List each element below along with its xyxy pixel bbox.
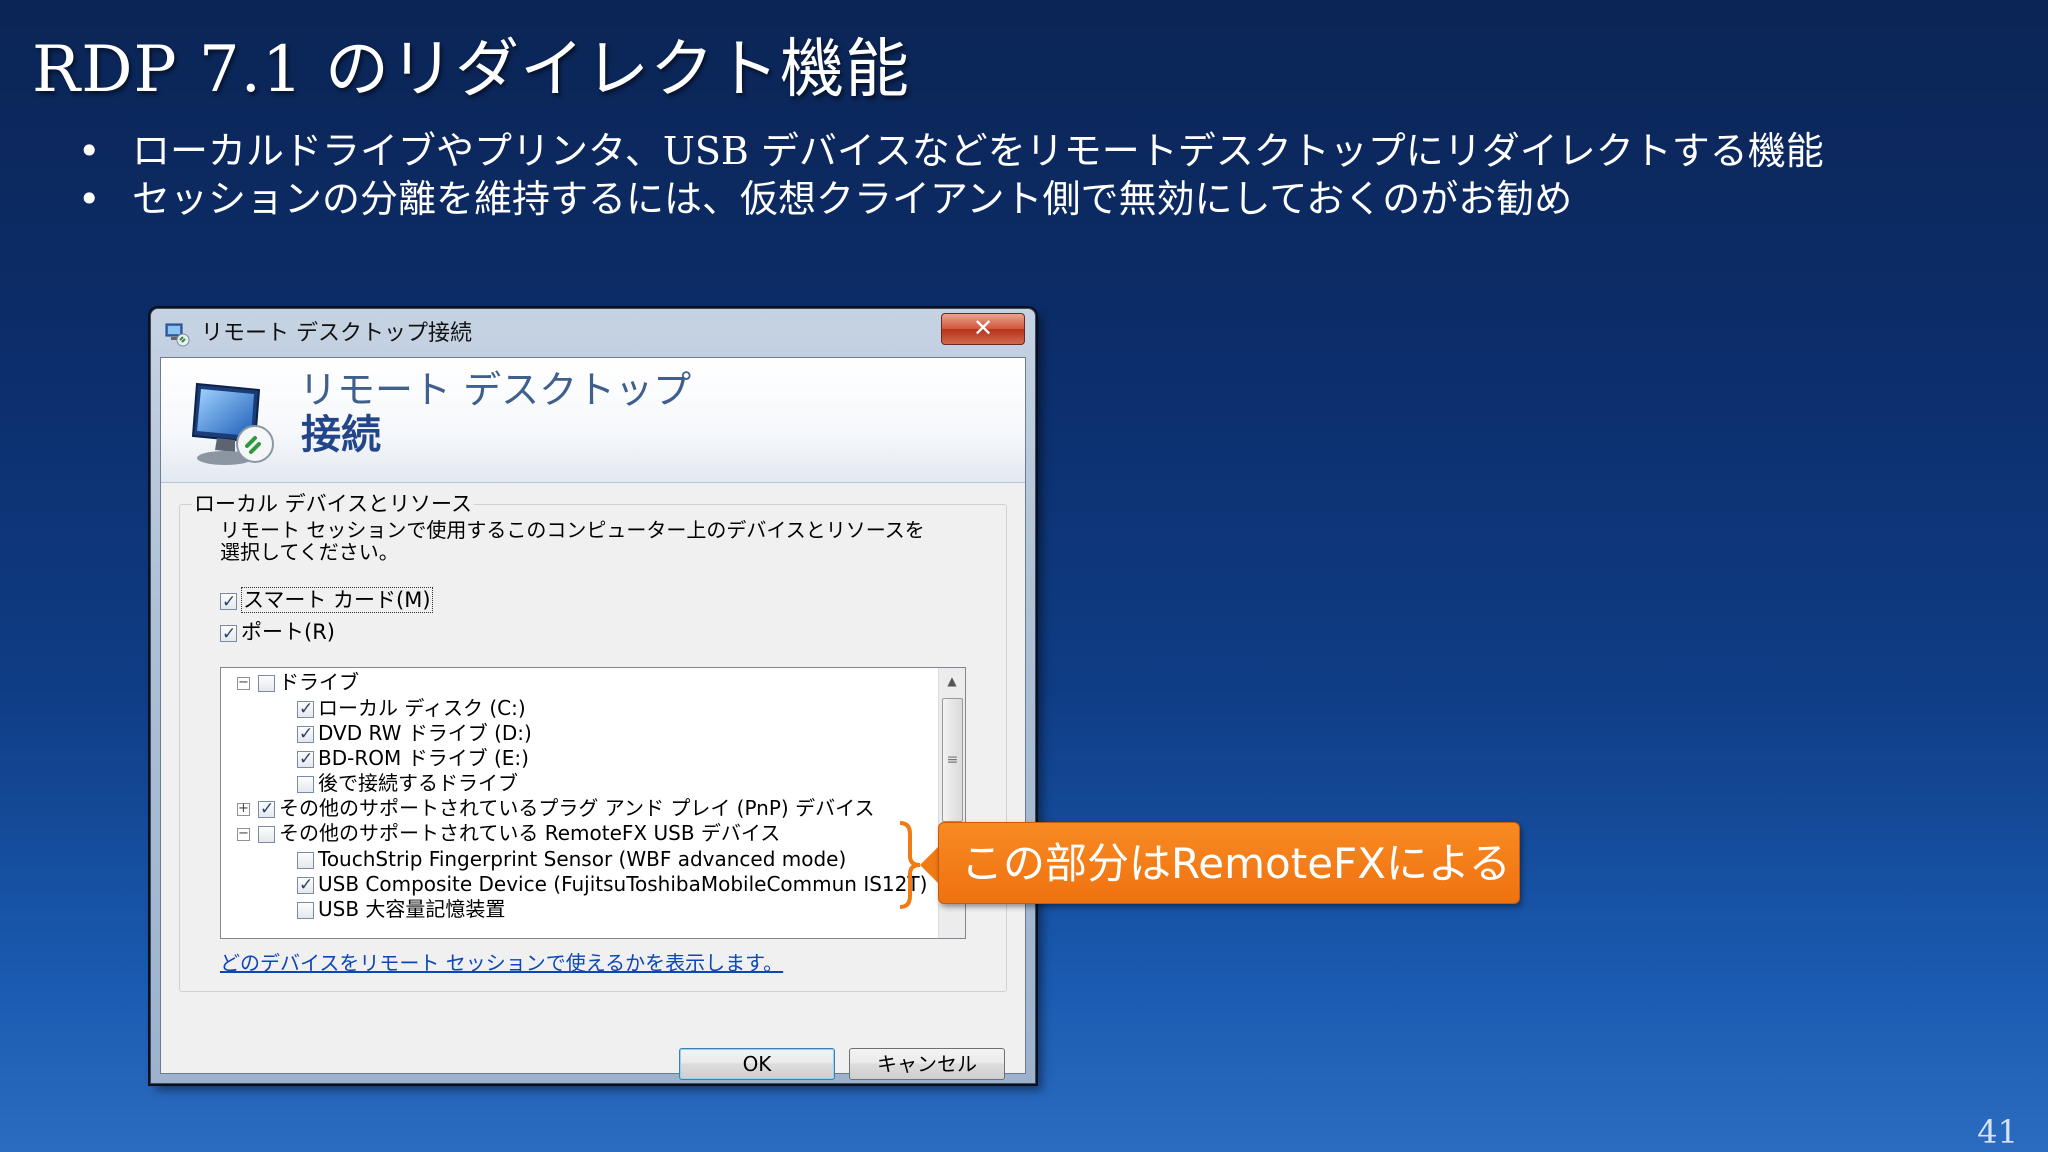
page-number: 41 <box>1977 1113 2018 1151</box>
dialog-banner: リモート デスクトップ 接続 <box>161 358 1025 483</box>
remote-desktop-app-icon <box>165 323 190 347</box>
bullet-list: • ローカルドライブやプリンタ、USB デバイスなどをリモートデスクトップにリダ… <box>78 128 1898 224</box>
smart-card-checkbox[interactable] <box>220 589 237 615</box>
tree-checkbox[interactable] <box>297 902 314 919</box>
tree-item-label: ローカル ディスク (C:) <box>318 696 526 720</box>
tree-checkbox[interactable] <box>258 826 275 843</box>
tree-item-usb-composite[interactable]: USB Composite Device (FujitsuToshibaMobi… <box>297 872 928 897</box>
smart-card-checkbox-row[interactable]: スマート カード(M) <box>220 587 433 615</box>
scrollbar-thumb[interactable]: ≡ <box>942 698 963 822</box>
tree-checkbox[interactable] <box>297 722 314 746</box>
ports-label: ポート(R) <box>241 620 335 644</box>
tree-item-remotefx-usb[interactable]: − その他のサポートされている RemoteFX USB デバイス <box>237 821 780 845</box>
dialog-title: リモート デスクトップ接続 <box>201 321 472 346</box>
tree-item-label: その他のサポートされているプラグ アンド プレイ (PnP) デバイス <box>279 796 875 820</box>
tree-item-local-disk-c[interactable]: ローカル ディスク (C:) <box>297 696 526 721</box>
ports-checkbox-row[interactable]: ポート(R) <box>220 619 335 647</box>
bullet-dot-icon: • <box>78 129 101 173</box>
group-label: ローカル デバイスとリソース <box>192 491 474 517</box>
scroll-up-arrow-icon[interactable]: ▲ <box>939 668 965 694</box>
tree-checkbox[interactable] <box>297 697 314 721</box>
device-tree[interactable]: − ドライブ ローカル ディスク (C:) DVD RW ドライブ (D:) BD… <box>220 667 966 939</box>
smart-card-label: スマート カード(M) <box>241 587 433 613</box>
tree-item-drives[interactable]: − ドライブ <box>237 670 359 694</box>
bullet-text: ローカルドライブやプリンタ、USB デバイスなどをリモートデスクトップにリダイレ… <box>132 129 1824 173</box>
slide-title: RDP 7.1 のリダイレクト機能 <box>32 33 911 107</box>
tree-item-label: TouchStrip Fingerprint Sensor (WBF advan… <box>318 847 847 871</box>
tree-item-label: USB Composite Device (FujitsuToshibaMobi… <box>318 872 928 896</box>
tree-checkbox[interactable] <box>258 797 275 821</box>
remote-desktop-dialog: リモート デスクトップ接続 ✕ リモート デスクトップ 接続 ローカル デバイス… <box>150 308 1036 1084</box>
tree-item-label: BD-ROM ドライブ (E:) <box>318 746 529 770</box>
bullet-text: セッションの分離を維持するには、仮想クライアント側で無効にしておくのがお勧め <box>132 177 1573 221</box>
tree-item-pnp-devices[interactable]: + その他のサポートされているプラグ アンド プレイ (PnP) デバイス <box>237 796 875 821</box>
collapse-icon[interactable]: − <box>237 827 250 841</box>
local-devices-group: ローカル デバイスとリソース リモート セッションで使用するこのコンピューター上… <box>179 491 1007 992</box>
close-button[interactable]: ✕ <box>941 313 1025 345</box>
dialog-titlebar[interactable]: リモート デスクトップ接続 ✕ <box>151 309 1035 357</box>
tree-item-dvd-rw-d[interactable]: DVD RW ドライブ (D:) <box>297 721 532 746</box>
tree-item-label: USB 大容量記憶装置 <box>318 897 506 921</box>
dialog-client-area: リモート デスクトップ 接続 ローカル デバイスとリソース リモート セッション… <box>160 357 1026 1080</box>
ok-button[interactable]: OK <box>679 1048 835 1080</box>
tree-item-bd-rom-e[interactable]: BD-ROM ドライブ (E:) <box>297 746 529 771</box>
tree-checkbox[interactable] <box>297 776 314 793</box>
cancel-button[interactable]: キャンセル <box>849 1048 1005 1080</box>
tree-checkbox[interactable] <box>297 852 314 869</box>
collapse-icon[interactable]: − <box>237 676 250 690</box>
tree-checkbox[interactable] <box>297 873 314 897</box>
group-description: リモート セッションで使用するこのコンピューター上のデバイスとリソースを選択して… <box>220 518 925 564</box>
remotefx-callout: この部分はRemoteFXによる <box>938 822 1520 904</box>
banner-title-line2: 接続 <box>301 412 381 458</box>
expand-icon[interactable]: + <box>237 802 250 816</box>
ports-checkbox[interactable] <box>220 621 237 647</box>
tree-item-label: ドライブ <box>279 670 359 694</box>
tree-checkbox[interactable] <box>258 675 275 692</box>
remote-desktop-monitor-icon <box>191 382 274 465</box>
tree-item-later-drives[interactable]: 後で接続するドライブ <box>297 771 518 795</box>
tree-item-fingerprint-sensor[interactable]: TouchStrip Fingerprint Sensor (WBF advan… <box>297 847 846 871</box>
bullet-dot-icon: • <box>78 177 101 221</box>
device-info-link[interactable]: どのデバイスをリモート セッションで使えるかを表示します。 <box>220 951 783 975</box>
orange-brace-icon <box>899 821 921 909</box>
tree-checkbox[interactable] <box>297 747 314 771</box>
bullet-item: • セッションの分離を維持するには、仮想クライアント側で無効にしておくのがお勧め <box>78 176 1898 222</box>
tree-item-label: 後で接続するドライブ <box>318 771 518 795</box>
callout-pointer <box>920 845 940 885</box>
banner-title-line1: リモート デスクトップ <box>299 368 692 412</box>
tree-item-label: DVD RW ドライブ (D:) <box>318 721 532 745</box>
bullet-item: • ローカルドライブやプリンタ、USB デバイスなどをリモートデスクトップにリダ… <box>78 128 1898 174</box>
tree-item-label: その他のサポートされている RemoteFX USB デバイス <box>279 821 781 845</box>
tree-item-usb-mass-storage[interactable]: USB 大容量記憶装置 <box>297 897 505 921</box>
